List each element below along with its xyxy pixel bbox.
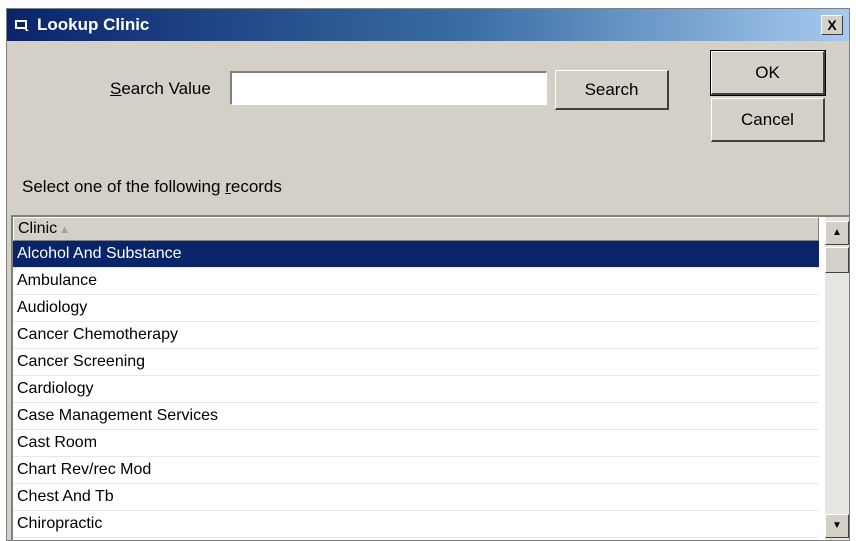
column-header-label: Clinic [18, 220, 58, 237]
list-item[interactable]: Case Management Services [13, 403, 819, 430]
app-icon [15, 20, 29, 31]
list-item[interactable]: Cast Room [13, 430, 819, 457]
lookup-clinic-dialog: Lookup Clinic X Search Value Search OK C… [6, 8, 850, 541]
scroll-up-button[interactable]: ▲ [825, 221, 849, 245]
list-item[interactable]: Chiropractic [13, 511, 819, 538]
clinic-list[interactable]: Clinic ▲ Alcohol And Substance Ambulance Au… [11, 215, 849, 540]
scroll-thumb[interactable] [825, 247, 849, 273]
list-rows: Alcohol And Substance Ambulance Audiology C… [13, 241, 819, 538]
records-instruction: Select one of the following records [22, 177, 282, 196]
search-value-label: Search Value [110, 79, 211, 98]
arrow-down-icon: ▼ [832, 520, 842, 531]
close-icon: X [827, 17, 837, 33]
list-item[interactable]: Chart Rev/rec Mod [13, 457, 819, 484]
list-item[interactable]: Cardiology [13, 376, 819, 403]
list-item[interactable]: Chest And Tb [13, 484, 819, 511]
sort-ascending-icon: ▲ [59, 224, 71, 236]
search-value-input[interactable] [230, 71, 547, 105]
arrow-up-icon: ▲ [832, 227, 842, 238]
list-item[interactable]: Ambulance [13, 268, 819, 295]
list-item[interactable]: Alcohol And Substance [13, 241, 819, 268]
list-item[interactable]: Cancer Chemotherapy [13, 322, 819, 349]
scroll-down-button[interactable]: ▼ [825, 514, 849, 538]
column-header-clinic[interactable]: Clinic ▲ [13, 217, 819, 241]
list-item[interactable]: Audiology [13, 295, 819, 322]
search-button[interactable]: Search [555, 70, 669, 110]
cancel-button[interactable]: Cancel [711, 98, 825, 142]
search-value-label-text: earch Value [121, 79, 211, 98]
vertical-scrollbar[interactable]: ▲ ▼ [825, 217, 849, 540]
title-bar[interactable]: Lookup Clinic X [7, 9, 849, 41]
close-button[interactable]: X [821, 15, 843, 35]
ok-button[interactable]: OK [710, 50, 826, 96]
list-item[interactable]: Cancer Screening [13, 349, 819, 376]
window-title: Lookup Clinic [37, 15, 150, 34]
